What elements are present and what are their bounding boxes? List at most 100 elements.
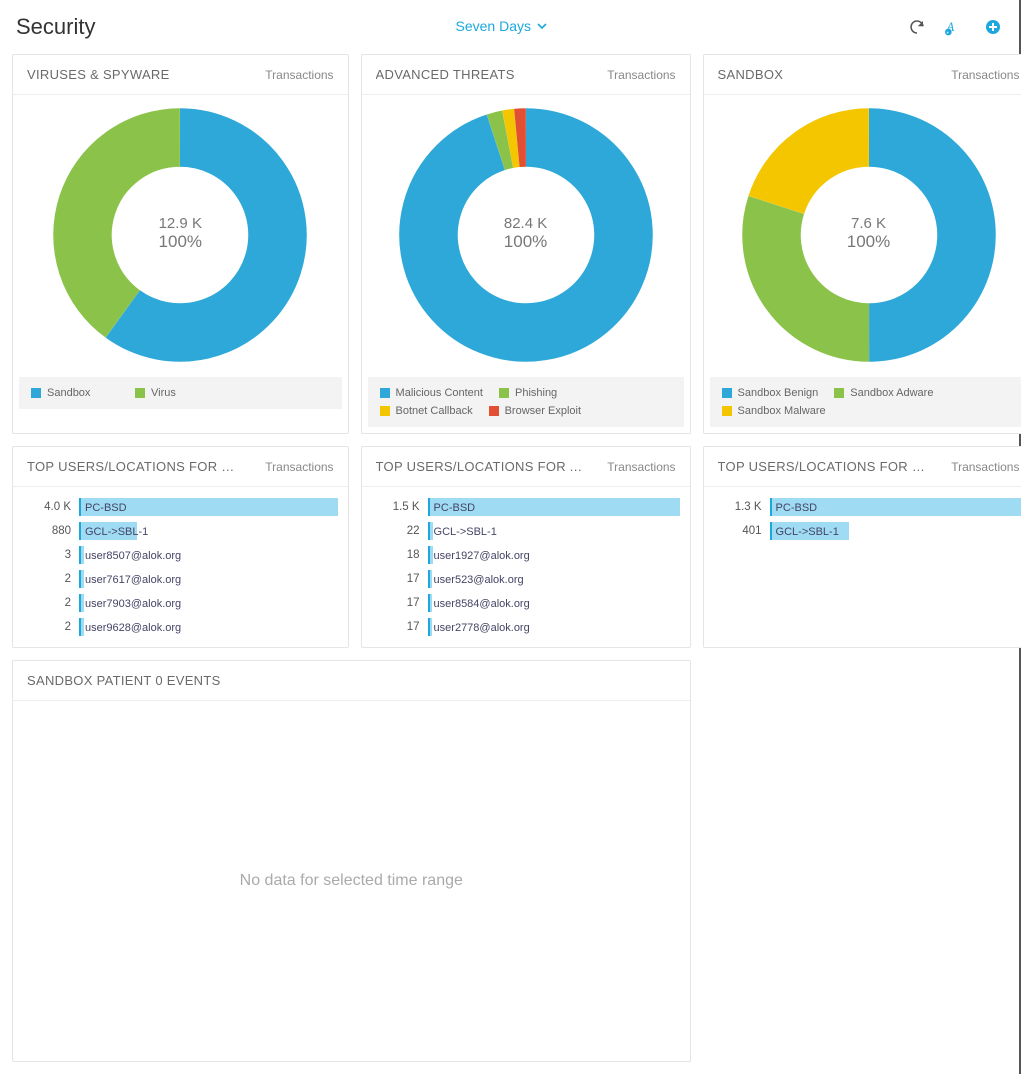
bar-label: user8507@alok.org (85, 547, 181, 564)
bar-row[interactable]: 18 user1927@alok.org (362, 543, 690, 567)
card-title: ADVANCED THREATS (376, 67, 515, 82)
legend-item[interactable]: Sandbox (31, 387, 119, 399)
donut-slice[interactable] (507, 138, 516, 139)
bar-label: user523@alok.org (434, 571, 524, 588)
card-title: VIRUSES & SPYWARE (27, 67, 170, 82)
donut-chart-viruses[interactable] (50, 105, 310, 365)
card-subtitle[interactable]: Transactions (607, 460, 675, 474)
card-subtitle[interactable]: Transactions (607, 68, 675, 82)
bar-track: user7617@alok.org (79, 570, 338, 588)
donut-slice[interactable] (869, 138, 967, 333)
card-title: SANDBOX (718, 67, 784, 82)
legend-item[interactable]: Botnet Callback (380, 405, 473, 417)
bar-label: user7903@alok.org (85, 595, 181, 612)
bar-value: 17 (368, 573, 420, 585)
bar-label: GCL->SBL-1 (85, 523, 148, 540)
bar-row[interactable]: 4.0 K PC-BSD (13, 495, 348, 519)
bar-value: 401 (710, 525, 762, 537)
bar-track: user7903@alok.org (79, 594, 338, 612)
legend-swatch (380, 406, 390, 416)
bar-value: 22 (368, 525, 420, 537)
bar-value: 4.0 K (19, 501, 71, 513)
bar-row[interactable]: 2 user7903@alok.org (13, 591, 348, 615)
donut-slice[interactable] (495, 139, 507, 142)
bar-value: 1.5 K (368, 501, 420, 513)
bar-value: 2 (19, 621, 71, 633)
card-advanced-threats: ADVANCED THREATS Transactions 82.4 K 100… (361, 54, 691, 434)
legend-item[interactable]: Browser Exploit (489, 405, 581, 417)
card-subtitle[interactable]: Transactions (265, 68, 333, 82)
page-header: Security Seven Days A+ (0, 0, 1019, 50)
bar-fill (430, 618, 433, 636)
bar-value: 2 (19, 597, 71, 609)
legend-sandbox: Sandbox Benign Sandbox Adware Sandbox Malw… (710, 377, 1021, 427)
bar-track: PC-BSD (428, 498, 680, 516)
bar-fill (81, 594, 84, 612)
card-patient-0: SANDBOX PATIENT 0 EVENTS No data for sel… (12, 660, 691, 1062)
legend-viruses: Sandbox Virus (19, 377, 342, 409)
bar-row[interactable]: 22 GCL->SBL-1 (362, 519, 690, 543)
card-title: TOP USERS/LOCATIONS FOR ADV... (376, 459, 586, 474)
bar-fill (81, 618, 84, 636)
card-top-users-advanced: TOP USERS/LOCATIONS FOR ADV... Transacti… (361, 446, 691, 648)
legend-item[interactable]: Virus (135, 387, 223, 399)
bar-label: user1927@alok.org (434, 547, 530, 564)
bar-label: GCL->SBL-1 (776, 523, 839, 540)
bar-row[interactable]: 401 GCL->SBL-1 (704, 519, 1021, 543)
bar-label: GCL->SBL-1 (434, 523, 497, 540)
card-subtitle[interactable]: Transactions (951, 68, 1019, 82)
bar-row[interactable]: 2user9628@alok.org (13, 615, 348, 639)
bar-list-viruses[interactable]: 4.0 K PC-BSD 880 GCL->SBL-1 3user8507@alok.o… (13, 487, 348, 647)
legend-swatch (380, 388, 390, 398)
bar-value: 17 (368, 597, 420, 609)
donut-slice[interactable] (771, 205, 869, 333)
bar-row[interactable]: 17 user8584@alok.org (362, 591, 690, 615)
bar-track: user8584@alok.org (428, 594, 680, 612)
bar-fill (430, 594, 433, 612)
legend-swatch (499, 388, 509, 398)
bar-row[interactable]: 2 user7617@alok.org (13, 567, 348, 591)
bar-label: user8584@alok.org (434, 595, 530, 612)
bar-row[interactable]: 1.5 K PC-BSD (362, 495, 690, 519)
bar-label: PC-BSD (434, 499, 476, 516)
refresh-button[interactable] (907, 17, 927, 37)
bar-track: GCL->SBL-1 (428, 522, 680, 540)
donut-chart-sandbox[interactable] (739, 105, 999, 365)
card-title: TOP USERS/LOCATIONS FOR VIRU... (27, 459, 242, 474)
legend-label: Browser Exploit (505, 405, 581, 417)
legend-item[interactable]: Sandbox Adware (834, 387, 933, 399)
legend-item[interactable]: Malicious Content (380, 387, 483, 399)
legend-swatch (722, 388, 732, 398)
bar-value: 18 (368, 549, 420, 561)
donut-chart-advanced[interactable] (396, 105, 656, 365)
bar-fill (430, 546, 433, 564)
legend-item[interactable]: Phishing (499, 387, 587, 399)
legend-item[interactable]: Sandbox Benign (722, 387, 819, 399)
donut-slice[interactable] (428, 138, 623, 333)
bar-label: user7617@alok.org (85, 571, 181, 588)
legend-swatch (135, 388, 145, 398)
donut-slice[interactable] (776, 138, 869, 205)
legend-item[interactable]: Sandbox Malware (722, 405, 826, 417)
bar-row[interactable]: 1.3 KPC-BSD (704, 495, 1021, 519)
legend-label: Sandbox Adware (850, 387, 933, 399)
bar-row[interactable]: 17user2778@alok.org (362, 615, 690, 639)
bar-track: user8507@alok.org (79, 546, 338, 564)
timerange-dropdown[interactable]: Seven Days (456, 18, 547, 34)
plus-circle-icon (985, 19, 1001, 35)
donut-slice[interactable] (83, 138, 180, 314)
bar-list-advanced[interactable]: 1.5 K PC-BSD 22 GCL->SBL-1 18 user1927@alok.o… (362, 487, 690, 647)
bar-row[interactable]: 880 GCL->SBL-1 (13, 519, 348, 543)
bar-track: PC-BSD (79, 498, 338, 516)
legend-label: Sandbox Malware (738, 405, 826, 417)
bar-row[interactable]: 3user8507@alok.org (13, 543, 348, 567)
bar-row[interactable]: 17 user523@alok.org (362, 567, 690, 591)
legend-advanced: Malicious Content Phishing Botnet Callback… (368, 377, 684, 427)
card-subtitle[interactable]: Transactions (265, 460, 333, 474)
add-widget-button[interactable] (983, 17, 1003, 37)
bar-value: 2 (19, 573, 71, 585)
bar-value: 17 (368, 621, 420, 633)
bar-value: 880 (19, 525, 71, 537)
font-settings-button[interactable]: A+ (945, 17, 965, 37)
card-subtitle[interactable]: Transactions (951, 460, 1019, 474)
